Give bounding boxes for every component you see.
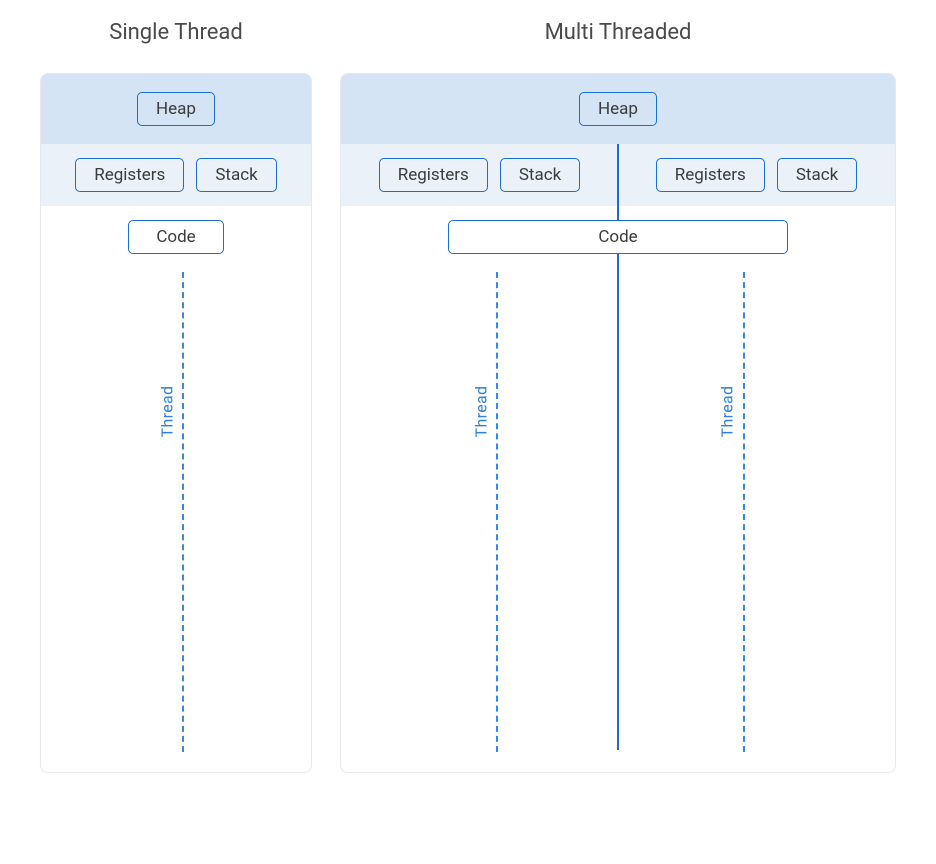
code-box: Code	[448, 220, 788, 254]
stack-box: Stack	[196, 158, 276, 192]
registers-box: Registers	[656, 158, 765, 192]
titles-row: Single Thread Multi Threaded	[40, 20, 896, 45]
panels-row: Heap Registers Stack Code Thread He	[40, 73, 896, 773]
code-row-multi: Code	[341, 206, 895, 264]
panel-multi-threaded: Heap Registers Stack Registers Stack	[340, 73, 896, 773]
thread1-registers-group: Registers Stack	[341, 158, 618, 192]
thread-label: Thread	[714, 381, 739, 443]
heap-box: Heap	[579, 92, 657, 126]
registers-row-single: Registers Stack	[41, 144, 311, 206]
thread-dashed-line	[496, 272, 498, 752]
registers-box: Registers	[75, 158, 184, 192]
heap-row-multi: Heap	[341, 74, 895, 144]
vertical-divider	[617, 264, 619, 750]
thread-lane: Thread	[496, 264, 498, 752]
thread-label: Thread	[155, 381, 180, 443]
stack-box: Stack	[777, 158, 857, 192]
thread-lane: Thread	[182, 264, 184, 752]
title-single-thread: Single Thread	[40, 20, 312, 45]
registers-row-multi: Registers Stack Registers Stack	[341, 144, 895, 206]
threads-area-multi: Thread Thread	[341, 264, 895, 772]
heap-box: Heap	[137, 92, 215, 126]
code-box: Code	[128, 220, 224, 254]
vertical-divider	[617, 144, 619, 206]
stack-box: Stack	[500, 158, 580, 192]
thread-lane: Thread	[743, 264, 745, 752]
threading-diagram: Single Thread Multi Threaded Heap Regist…	[0, 0, 936, 864]
title-multi-threaded: Multi Threaded	[340, 20, 896, 45]
panel-single-thread: Heap Registers Stack Code Thread	[40, 73, 312, 773]
code-row-single: Code	[41, 206, 311, 264]
heap-row-single: Heap	[41, 74, 311, 144]
registers-box: Registers	[379, 158, 488, 192]
threads-area-single: Thread	[41, 264, 311, 772]
thread-dashed-line	[182, 272, 184, 752]
thread-label: Thread	[469, 381, 494, 443]
thread2-registers-group: Registers Stack	[618, 158, 895, 192]
thread-dashed-line	[743, 272, 745, 752]
